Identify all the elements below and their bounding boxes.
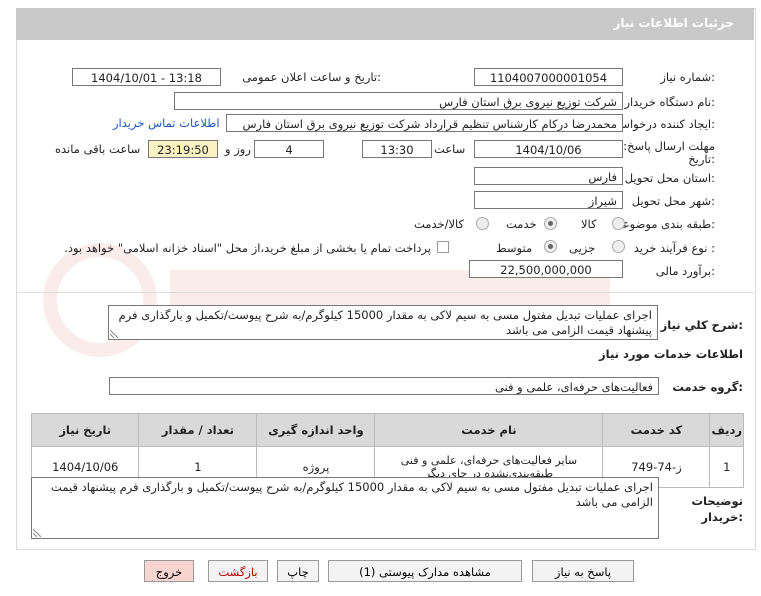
creator-field: محمدرضا درکام کارشناس تنظیم قرارداد شرکت… [226, 114, 623, 132]
process-medium-label: متوسط [496, 241, 533, 255]
reply-button[interactable]: پاسخ به نیاز [532, 560, 634, 582]
province-label: استان محل تحویل: [624, 171, 715, 185]
col-service-name: نام خدمت [374, 413, 604, 447]
process-medium-radio[interactable] [544, 240, 557, 253]
announce-date-field: 1404/10/01 - 13:18 [72, 68, 221, 86]
treasury-payment-checkbox[interactable] [437, 241, 449, 253]
buyer-contact-link[interactable]: اطلاعات تماس خریدار [113, 116, 220, 130]
category-goods-radio[interactable] [612, 217, 625, 230]
buyer-field: شرکت توزیع نیروی برق استان فارس [174, 92, 623, 110]
service-group-field: فعالیت‌های حرفه‌ای، علمی و فنی [109, 377, 659, 395]
city-field: شیراز [474, 191, 623, 209]
process-partial-radio[interactable] [612, 240, 625, 253]
col-need-date: تاریخ نیاز [30, 413, 140, 447]
deadline-label: مهلت ارسال پاسخ: تا [612, 139, 715, 153]
announce-label: تاریخ و ساعت اعلان عمومی: [242, 70, 381, 84]
category-goods-service-radio[interactable] [476, 217, 489, 230]
deadline-time-field: 13:30 [362, 140, 432, 158]
time-remaining-field: 23:19:50 [148, 140, 218, 158]
general-description-label: شرح کلي نياز: [660, 318, 743, 332]
process-label: نوع فرآیند خرید : [633, 241, 715, 255]
exit-button[interactable]: خروج [144, 560, 194, 582]
estimate-field: 22,500,000,000 [469, 260, 623, 278]
category-goods-label: کالا [581, 217, 597, 231]
category-goods-service-label: کالا/خدمت [414, 217, 465, 231]
col-unit: واحد اندازه گیری [256, 413, 376, 447]
buyer-notes-field: اجرای عملیات تبدیل مفتول مسی به سیم لاکی… [31, 477, 659, 539]
services-section-title: اطلاعات خدمات مورد نیاز [599, 347, 743, 361]
deadline-date-field: 1404/10/06 [474, 140, 623, 158]
city-label: شهر محل تحویل: [631, 194, 715, 208]
general-description-text: اجرای عملیات تبدیل مفتول مسی به سیم لاکی… [118, 308, 652, 337]
buyer-label: نام دستگاه خریدار: [624, 95, 715, 109]
estimate-label: برآورد مالی: [655, 264, 715, 278]
category-service-label: خدمت [506, 217, 537, 231]
buyer-notes-label-2: خریدار: [701, 510, 743, 524]
table-header-row: ردیف کد خدمت نام خدمت واحد اندازه گیری ت… [30, 413, 744, 447]
general-description-field: اجرای عملیات تبدیل مفتول مسی به سیم لاکی… [108, 305, 658, 340]
category-service-radio[interactable] [544, 217, 557, 230]
col-service-code: کد خدمت [602, 413, 711, 447]
buyer-notes-text: اجرای عملیات تبدیل مفتول مسی به سیم لاکی… [51, 480, 653, 509]
col-row-number: ردیف [709, 413, 744, 447]
resize-handle-icon[interactable] [110, 330, 118, 338]
process-partial-label: جزیی [569, 241, 596, 255]
buyer-notes-label: توضیحات [691, 494, 744, 508]
creator-label: ایجاد کننده درخواست: [609, 117, 715, 131]
panel-header: جزئیات اطلاعات نیاز [16, 8, 754, 40]
need-number-field: 1104007000001054 [474, 68, 623, 86]
section-divider [16, 292, 754, 293]
treasury-payment-note: پرداخت تمام یا بخشی از مبلغ خرید،از محل … [64, 241, 431, 255]
cell-row-number: 1 [709, 446, 744, 488]
view-attachments-button[interactable]: مشاهده مدارک پیوستی (1) [328, 560, 522, 582]
deadline-label-date: تاریخ: [688, 152, 715, 166]
service-group-label: گروه خدمت: [672, 380, 743, 394]
col-quantity: تعداد / مقدار [138, 413, 258, 447]
deadline-time-label: ساعت [434, 142, 466, 156]
category-label: طبقه بندی موضوعی: [613, 217, 715, 231]
panel-title: جزئیات اطلاعات نیاز [613, 16, 734, 30]
days-label: روز و [225, 142, 251, 156]
back-button[interactable]: بازگشت [208, 560, 268, 582]
need-number-label: شماره نیاز: [660, 70, 715, 84]
time-remaining-label: ساعت باقی مانده [55, 142, 141, 156]
province-field: فارس [474, 167, 623, 185]
print-button[interactable]: چاپ [277, 560, 319, 582]
resize-handle-icon[interactable] [33, 529, 41, 537]
days-remaining-field: 4 [254, 140, 324, 158]
